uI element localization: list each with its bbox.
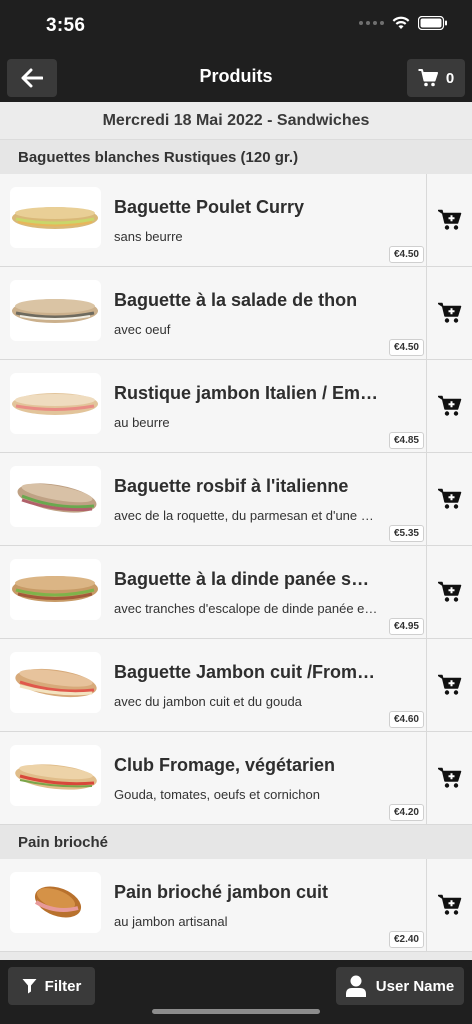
status-time: 3:56: [46, 15, 86, 36]
add-to-cart-button[interactable]: [427, 174, 472, 266]
home-indicator: [152, 1009, 320, 1014]
product-item[interactable]: Baguette rosbif à l'italienne avec de la…: [0, 453, 427, 545]
product-item[interactable]: Club Fromage, végétarien Gouda, tomates,…: [0, 732, 427, 824]
user-button[interactable]: User Name: [336, 967, 464, 1005]
filter-label: Filter: [44, 977, 82, 995]
product-item[interactable]: Rustique jambon Italien / Emmental au be…: [0, 360, 427, 452]
shopping-cart-icon: [418, 69, 438, 87]
cart-button[interactable]: 0: [407, 59, 465, 97]
product-name: Club Fromage, végétarien: [114, 755, 336, 775]
product-description: avec du jambon cuit et du gouda: [114, 694, 302, 709]
product-image: [10, 373, 101, 434]
cart-plus-icon: [437, 767, 461, 788]
product-description: sans beurre: [114, 229, 183, 244]
product-name: Baguette Poulet Curry: [114, 197, 305, 217]
product-name: Baguette à la salade de thon: [114, 290, 358, 310]
price-tag: €2.40: [388, 931, 424, 948]
add-to-cart-button[interactable]: [427, 859, 472, 951]
battery-icon: [418, 16, 447, 30]
product-description: avec de la roquette, du parmesan et d'un…: [114, 508, 379, 523]
cart-count: 0: [445, 69, 455, 87]
product-item[interactable]: Baguette Poulet Curry sans beurre €4.50: [0, 174, 427, 266]
cart-plus-icon: [437, 488, 461, 509]
product-row[interactable]: Club Fromage, végétarien Gouda, tomates,…: [0, 732, 472, 825]
signal-icon: [359, 21, 384, 25]
price-tag: €4.20: [388, 804, 424, 821]
user-icon: [345, 975, 366, 997]
cart-plus-icon: [437, 209, 461, 230]
product-description: avec tranches d'escalope de dinde panée …: [114, 601, 379, 616]
cart-plus-icon: [437, 302, 461, 323]
product-row[interactable]: Pain brioché jambon cuit au jambon artis…: [0, 859, 472, 952]
add-to-cart-button[interactable]: [427, 732, 472, 824]
price-tag: €4.85: [388, 432, 424, 449]
product-row[interactable]: Baguette Poulet Curry sans beurre €4.50: [0, 174, 472, 267]
product-image: [10, 745, 101, 806]
cart-plus-icon: [437, 674, 461, 695]
top-bar: Produits 0: [0, 54, 472, 102]
price-tag: €4.50: [388, 339, 424, 356]
product-description: au beurre: [114, 415, 170, 430]
product-list[interactable]: Mercredi 18 Mai 2022 - Sandwiches Baguet…: [0, 102, 472, 960]
price-tag: €4.60: [388, 711, 424, 728]
add-to-cart-button[interactable]: [427, 453, 472, 545]
section-header: Pain brioché: [0, 825, 472, 859]
user-name: User Name: [375, 977, 455, 995]
product-image: [10, 280, 101, 341]
add-to-cart-button[interactable]: [427, 639, 472, 731]
product-name: Rustique jambon Italien / Emmental: [114, 383, 379, 403]
product-description: au jambon artisanal: [114, 914, 228, 929]
product-image: [10, 652, 101, 713]
product-image: [10, 872, 101, 933]
product-description: avec oeuf: [114, 322, 171, 337]
product-item[interactable]: Baguette à la dinde panée sauce avec tra…: [0, 546, 427, 638]
page-title: Produits: [199, 66, 273, 86]
product-row[interactable]: Baguette Jambon cuit /Fromage avec du ja…: [0, 639, 472, 732]
product-row[interactable]: Baguette à la dinde panée sauce avec tra…: [0, 546, 472, 639]
product-name: Baguette Jambon cuit /Fromage: [114, 662, 379, 682]
product-row[interactable]: Rustique jambon Italien / Emmental au be…: [0, 360, 472, 453]
product-description: Gouda, tomates, oeufs et cornichon: [114, 787, 320, 802]
bottom-bar: Filter User Name: [0, 960, 472, 1024]
product-image: [10, 466, 101, 527]
product-name: Baguette à la dinde panée sauce: [114, 569, 379, 589]
add-to-cart-button[interactable]: [427, 360, 472, 452]
product-row[interactable]: Baguette rosbif à l'italienne avec de la…: [0, 453, 472, 546]
cart-plus-icon: [437, 894, 461, 915]
wifi-icon: [392, 16, 410, 29]
product-row[interactable]: Baguette à la salade de thon avec oeuf €…: [0, 267, 472, 360]
price-tag: €4.50: [388, 246, 424, 263]
status-bar: 3:56: [0, 0, 472, 54]
product-name: Pain brioché jambon cuit: [114, 882, 329, 902]
price-tag: €5.35: [388, 525, 424, 542]
product-name: Baguette rosbif à l'italienne: [114, 476, 349, 496]
price-tag: €4.95: [388, 618, 424, 635]
product-image: [10, 559, 101, 620]
add-to-cart-button[interactable]: [427, 546, 472, 638]
product-item[interactable]: Pain brioché jambon cuit au jambon artis…: [0, 859, 427, 951]
cart-plus-icon: [437, 395, 461, 416]
filter-button[interactable]: Filter: [8, 967, 95, 1005]
section-header: Baguettes blanches Rustiques (120 gr.): [0, 140, 472, 174]
product-image: [10, 187, 101, 248]
filter-icon: [22, 979, 37, 994]
cart-plus-icon: [437, 581, 461, 602]
product-item[interactable]: Baguette Jambon cuit /Fromage avec du ja…: [0, 639, 427, 731]
add-to-cart-button[interactable]: [427, 267, 472, 359]
product-item[interactable]: Baguette à la salade de thon avec oeuf €…: [0, 267, 427, 359]
status-icons: [359, 16, 448, 30]
date-line: Mercredi 18 Mai 2022 - Sandwiches: [0, 102, 472, 140]
